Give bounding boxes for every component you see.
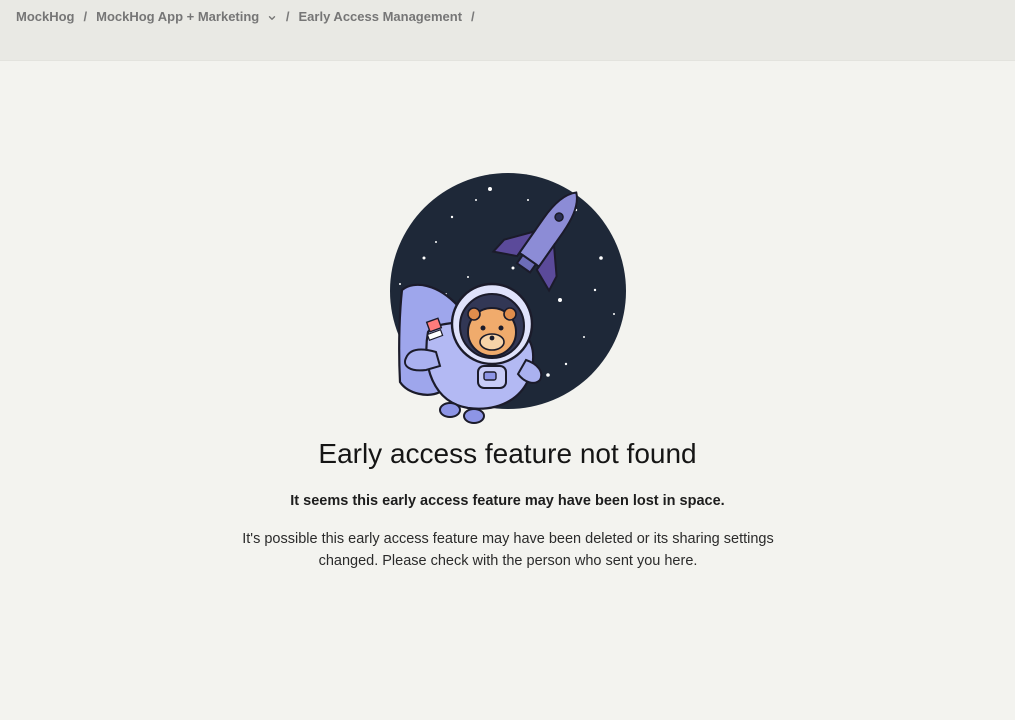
- breadcrumb-organization[interactable]: MockHog: [16, 9, 75, 24]
- chevron-down-icon: [268, 15, 276, 20]
- breadcrumb-separator: /: [285, 9, 290, 24]
- breadcrumb-project[interactable]: MockHog App + Marketing: [96, 9, 277, 24]
- top-bar: MockHog / MockHog App + Marketing / Earl…: [0, 0, 1015, 61]
- lost-in-space-illustration: [390, 173, 626, 424]
- breadcrumb: MockHog / MockHog App + Marketing / Earl…: [16, 9, 484, 24]
- page-title: Early access feature not found: [318, 438, 697, 469]
- breadcrumb-separator: /: [83, 9, 88, 24]
- breadcrumb-project-label: MockHog App + Marketing: [96, 9, 260, 24]
- breadcrumb-separator: /: [471, 9, 475, 24]
- page-subtitle: It seems this early access feature may h…: [290, 493, 725, 509]
- page-description: It's possible this early access feature …: [242, 531, 774, 569]
- breadcrumb-early-access-management[interactable]: Early Access Management: [299, 9, 463, 24]
